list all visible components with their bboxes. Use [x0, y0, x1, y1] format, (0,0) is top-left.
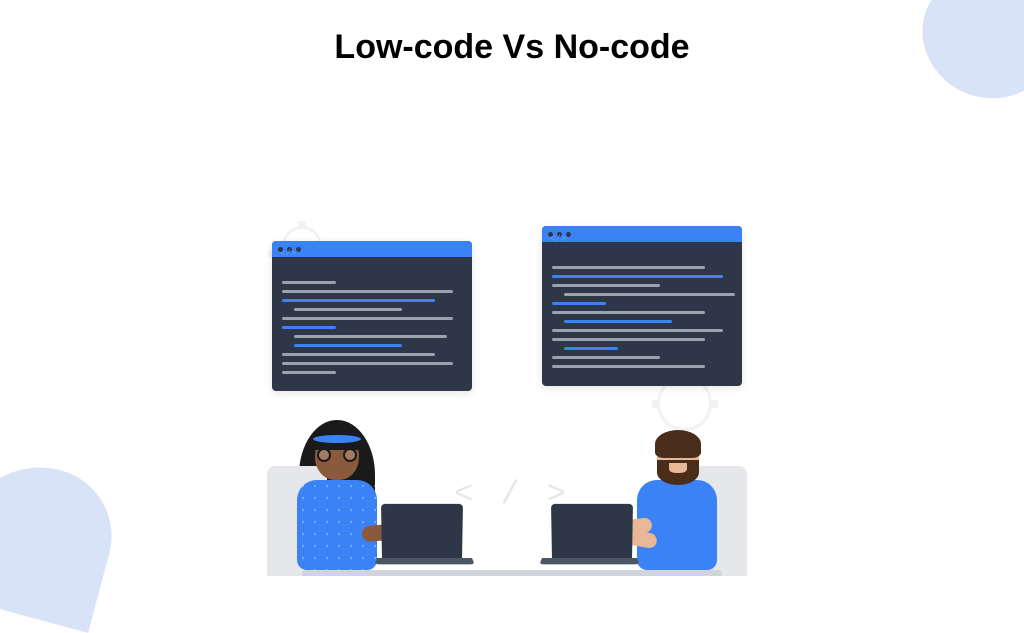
hero-illustration: </> </> — [252, 196, 772, 576]
code-body: </> — [272, 257, 472, 390]
code-tag-icon: </> — [550, 234, 566, 244]
code-editor-window-right: </> — [542, 226, 742, 386]
window-control-icon — [566, 232, 571, 237]
laptop-left — [382, 505, 477, 570]
page-title: Low-code Vs No-code — [0, 28, 1024, 67]
laptop-right — [537, 505, 632, 570]
person-man — [627, 430, 727, 570]
desk — [302, 570, 722, 576]
window-header — [542, 226, 742, 242]
person-woman — [287, 430, 387, 570]
code-editor-window-left: </> — [272, 241, 472, 391]
code-body: </> — [542, 242, 742, 384]
decorative-blob-bottom-left — [0, 449, 127, 633]
code-tag-icon: </> — [280, 249, 296, 259]
window-control-icon — [296, 247, 301, 252]
window-header — [272, 241, 472, 257]
